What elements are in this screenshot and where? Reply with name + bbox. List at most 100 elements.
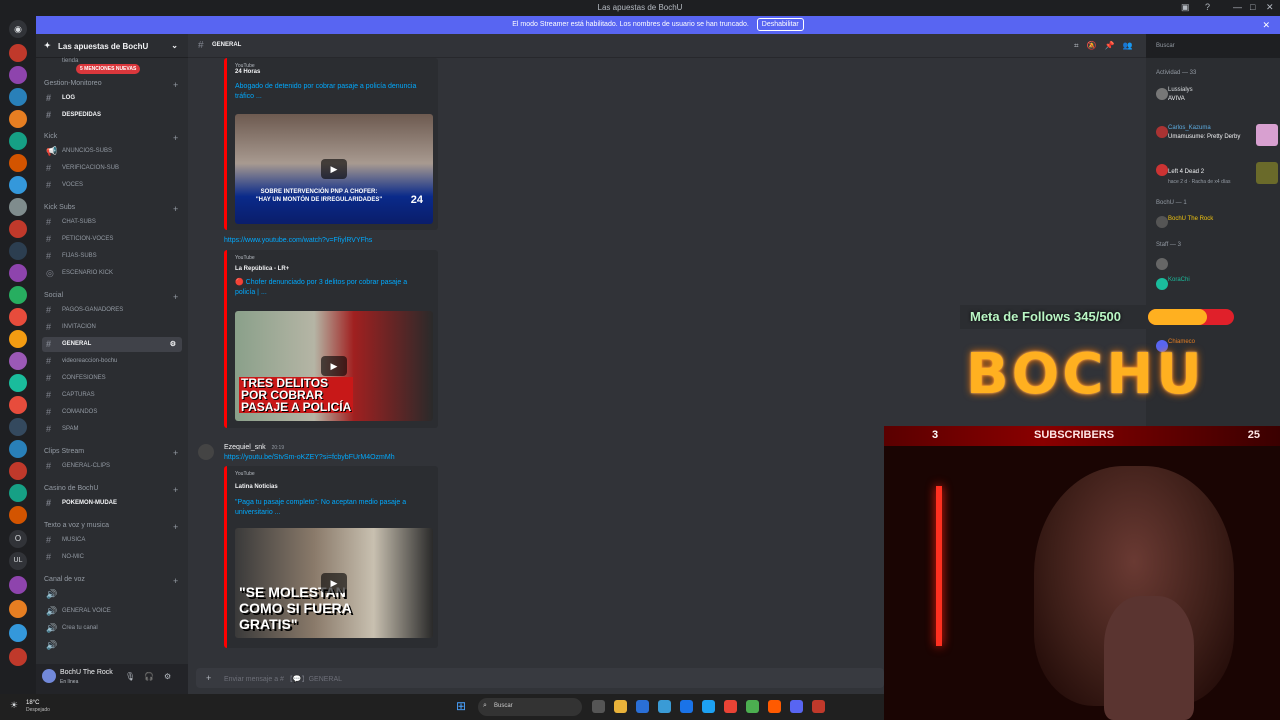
taskbar-search[interactable]: ⌕ Buscar bbox=[478, 698, 582, 716]
server-icon[interactable] bbox=[9, 330, 27, 348]
channel-invitacion[interactable]: # INVITACION bbox=[42, 320, 182, 335]
category-kick[interactable]: Kick + bbox=[44, 133, 178, 143]
channel-escenario-kick[interactable]: ◎ ESCENARIO KICK bbox=[42, 266, 182, 281]
server-icon[interactable] bbox=[9, 396, 27, 414]
server-initial-icon[interactable]: O bbox=[9, 530, 27, 548]
settings-icon[interactable]: ⚙ bbox=[170, 337, 176, 352]
server-icon[interactable] bbox=[9, 66, 27, 84]
server-icon[interactable] bbox=[9, 286, 27, 304]
channel-comandos[interactable]: # COMANDOS bbox=[42, 405, 182, 420]
app-icon[interactable] bbox=[658, 700, 671, 713]
category-kick-subs[interactable]: Kick Subs + bbox=[44, 204, 178, 214]
server-icon[interactable] bbox=[9, 88, 27, 106]
server-icon[interactable] bbox=[9, 440, 27, 458]
help-icon[interactable]: ? bbox=[1205, 2, 1210, 12]
server-icon[interactable] bbox=[9, 624, 27, 642]
add-channel-icon[interactable]: + bbox=[173, 448, 178, 458]
channel-confesiones[interactable]: # CONFESIONES bbox=[42, 371, 182, 386]
threads-icon[interactable]: ⌗ bbox=[1074, 41, 1087, 50]
server-icon[interactable] bbox=[9, 308, 27, 326]
server-icon[interactable] bbox=[9, 506, 27, 524]
task-view-icon[interactable] bbox=[592, 700, 605, 713]
headphones-icon[interactable]: 🎧 bbox=[144, 672, 154, 681]
server-initial-icon[interactable]: UL bbox=[9, 552, 27, 570]
add-attachment-icon[interactable]: + bbox=[206, 673, 211, 683]
video-thumbnail[interactable]: "SE MOLESTAN COMO SI FUERA GRATIS" ▶ bbox=[235, 528, 433, 638]
maximize-icon[interactable]: □ bbox=[1250, 2, 1255, 12]
member-item[interactable]: BochU The Rock bbox=[1156, 214, 1276, 240]
app-icon[interactable] bbox=[680, 700, 693, 713]
message-link[interactable]: https://www.youtube.com/watch?v=FfiylRVY… bbox=[224, 237, 372, 244]
channel-anuncios-subs[interactable]: 📢 ANUNCIOS-SUBS bbox=[42, 144, 182, 159]
server-icon[interactable] bbox=[9, 132, 27, 150]
server-icon[interactable] bbox=[9, 576, 27, 594]
new-mentions-badge[interactable]: 5 MENCIONES NUEVAS bbox=[76, 64, 141, 74]
channel-log[interactable]: # LOG bbox=[42, 91, 182, 106]
pin-icon[interactable]: 📌 bbox=[1104, 41, 1122, 50]
message-link[interactable]: https://youtu.be/StvSm-oKZEY?si=fcbybFUr… bbox=[224, 454, 395, 461]
channel-videoreaccion[interactable]: # videoreaccion-bochu bbox=[42, 354, 182, 369]
voice-channel-crea[interactable]: 🔊 Crea tu canal bbox=[42, 621, 182, 636]
channel-voces[interactable]: # VOCES bbox=[42, 178, 182, 193]
server-icon[interactable] bbox=[9, 462, 27, 480]
add-channel-icon[interactable]: + bbox=[173, 80, 178, 90]
embed-title[interactable]: "Paga tu pasaje completo": No aceptan me… bbox=[235, 498, 425, 518]
server-icon[interactable] bbox=[9, 352, 27, 370]
message-author[interactable]: Ezequiel_snk bbox=[224, 444, 266, 451]
edge-icon[interactable] bbox=[702, 700, 715, 713]
microphone-icon[interactable]: 🎙 bbox=[125, 672, 135, 681]
video-thumbnail[interactable]: TRES DELITOS POR COBRAR PASAJE A POLICÍA… bbox=[235, 311, 433, 421]
channel-no-mic[interactable]: # NO-MIC bbox=[42, 550, 182, 565]
server-icon[interactable] bbox=[9, 176, 27, 194]
windows-start-icon[interactable]: ⊞ bbox=[456, 700, 469, 713]
channel-capturas[interactable]: # CAPTURAS bbox=[42, 388, 182, 403]
channel-general-clips[interactable]: # GENERAL-CLIPS bbox=[42, 459, 182, 474]
embed-title[interactable]: 🔴 Chofer denunciado por 3 delitos por co… bbox=[235, 278, 425, 298]
add-channel-icon[interactable]: + bbox=[173, 485, 178, 495]
channel-despedidas[interactable]: # DESPEDIDAS bbox=[42, 108, 182, 123]
chrome-icon[interactable] bbox=[724, 700, 737, 713]
app-icon[interactable] bbox=[768, 700, 781, 713]
weather-temp[interactable]: 18°C bbox=[26, 700, 39, 706]
category-casino[interactable]: Casino de BochU + bbox=[44, 485, 178, 495]
category-canal-voz[interactable]: Canal de voz + bbox=[44, 576, 178, 586]
channel-pagos-ganadores[interactable]: # PAGOS-GANADORES bbox=[42, 303, 182, 318]
add-channel-icon[interactable]: + bbox=[173, 204, 178, 214]
avatar[interactable] bbox=[42, 669, 56, 683]
minimize-icon[interactable]: — bbox=[1233, 2, 1242, 12]
server-icon[interactable] bbox=[9, 600, 27, 618]
discord-home-icon[interactable]: ◉ bbox=[9, 20, 27, 38]
server-icon[interactable] bbox=[9, 198, 27, 216]
store-icon[interactable] bbox=[636, 700, 649, 713]
close-icon[interactable]: ✕ bbox=[1266, 2, 1274, 13]
channel-musica[interactable]: # MUSICA bbox=[42, 533, 182, 548]
server-icon[interactable] bbox=[9, 110, 27, 128]
server-icon[interactable] bbox=[9, 418, 27, 436]
add-channel-icon[interactable]: + bbox=[173, 522, 178, 532]
member-item[interactable]: Carlos_Kazuma Umamusume: Pretty Derby bbox=[1156, 124, 1278, 150]
mute-icon[interactable]: 🔕 bbox=[1087, 41, 1105, 50]
server-icon[interactable] bbox=[9, 264, 27, 282]
gear-icon[interactable]: ⚙ bbox=[164, 672, 171, 681]
add-channel-icon[interactable]: + bbox=[173, 133, 178, 143]
weather-icon[interactable]: ☀ bbox=[10, 700, 18, 711]
server-icon[interactable] bbox=[9, 44, 27, 62]
add-channel-icon[interactable]: + bbox=[173, 576, 178, 586]
play-icon[interactable]: ▶ bbox=[321, 356, 347, 376]
channel-pokemon-mudae[interactable]: # POKEMON-MUDAE bbox=[42, 496, 182, 511]
discord-taskbar-icon[interactable] bbox=[790, 700, 803, 713]
search-input[interactable]: Buscar bbox=[1152, 40, 1258, 53]
chevron-down-icon[interactable]: ⌄ bbox=[171, 41, 178, 50]
category-clips[interactable]: Clips Stream + bbox=[44, 448, 178, 458]
member-item[interactable]: Left 4 Dead 2 hace 2 d · Racha de x4 día… bbox=[1156, 162, 1278, 188]
play-icon[interactable]: ▶ bbox=[321, 573, 347, 593]
channel-general[interactable]: # GENERAL ⚙ bbox=[42, 337, 182, 352]
message-input[interactable]: Enviar mensaje a # 【💬】GENERAL bbox=[224, 674, 342, 684]
video-thumbnail[interactable]: SOBRE INTERVENCIÓN PNP A CHOFER: "HAY UN… bbox=[235, 114, 433, 224]
category-texto-voz[interactable]: Texto a voz y musica + bbox=[44, 522, 178, 532]
play-icon[interactable]: ▶ bbox=[321, 159, 347, 179]
file-explorer-icon[interactable] bbox=[614, 700, 627, 713]
server-icon[interactable] bbox=[9, 374, 27, 392]
add-channel-icon[interactable]: + bbox=[173, 292, 178, 302]
embed-author[interactable]: 24 Horas bbox=[235, 69, 260, 75]
